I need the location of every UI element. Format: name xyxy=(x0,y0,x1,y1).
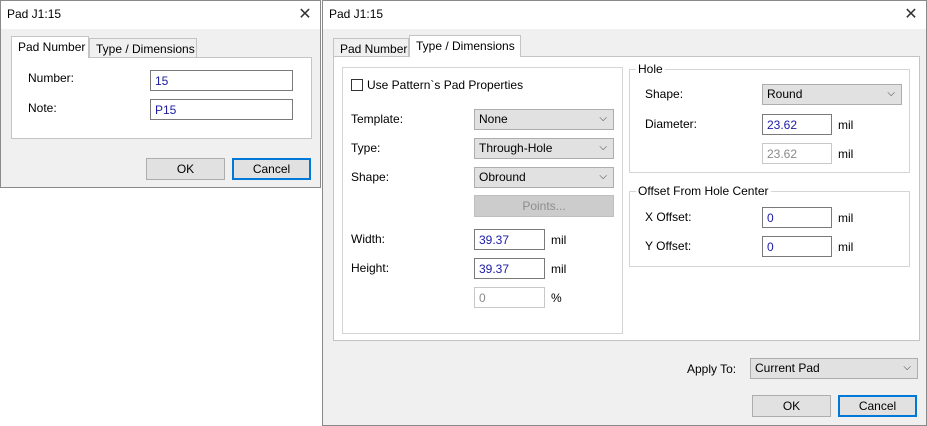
hole-shape-value: Round xyxy=(767,87,803,101)
template-select[interactable]: None ⌵ xyxy=(474,109,614,130)
y-offset-input[interactable] xyxy=(762,236,832,257)
points-button[interactable]: Points... xyxy=(474,195,614,217)
use-pattern-label: Use Pattern`s Pad Properties xyxy=(367,78,524,92)
dialog-title: Pad J1:15 xyxy=(7,7,62,21)
chevron-down-icon: ⌵ xyxy=(887,88,895,99)
ok-button[interactable]: OK xyxy=(752,395,831,417)
apply-to-select[interactable]: Current Pad ⌵ xyxy=(750,358,918,379)
diameter-input[interactable] xyxy=(762,114,832,135)
y-offset-unit: mil xyxy=(838,240,854,254)
close-icon[interactable]: ✕ xyxy=(900,4,922,26)
offset-group: Offset From Hole Center X Offset: mil Y … xyxy=(629,184,910,267)
tab-pad-number[interactable]: Pad Number xyxy=(11,36,89,58)
pad-dialog-left: Pad J1:15 ✕ Pad Number Type / Dimensions… xyxy=(0,0,321,188)
x-offset-label: X Offset: xyxy=(645,210,692,224)
note-input[interactable] xyxy=(150,99,293,120)
type-label: Type: xyxy=(351,141,381,155)
height-unit: mil xyxy=(551,262,567,276)
number-input[interactable] xyxy=(150,70,293,91)
width-input[interactable] xyxy=(474,229,545,250)
shape-select[interactable]: Obround ⌵ xyxy=(474,167,614,188)
close-icon[interactable]: ✕ xyxy=(294,4,316,26)
diameter-unit: mil xyxy=(838,118,854,132)
diameter-label: Diameter: xyxy=(645,117,698,131)
diameter2-unit: mil xyxy=(838,147,854,161)
tab-type-dimensions[interactable]: Type / Dimensions xyxy=(89,38,197,58)
template-label: Template: xyxy=(351,112,404,126)
pad-dialog-right: Pad J1:15 ✕ Pad Number Type / Dimensions… xyxy=(322,0,927,426)
ok-button[interactable]: OK xyxy=(146,158,225,180)
tab-pad-number[interactable]: Pad Number xyxy=(333,38,409,58)
apply-to-label: Apply To: xyxy=(687,362,737,376)
height-label: Height: xyxy=(351,261,390,275)
chevron-down-icon: ⌵ xyxy=(599,171,607,182)
apply-to-value: Current Pad xyxy=(755,361,820,375)
percent-input[interactable] xyxy=(474,287,545,308)
number-label: Number: xyxy=(28,71,75,85)
x-offset-input[interactable] xyxy=(762,207,832,228)
title-bar[interactable]: Pad J1:15 ✕ xyxy=(323,1,926,29)
dialog-title: Pad J1:15 xyxy=(329,7,384,21)
cancel-button[interactable]: Cancel xyxy=(232,158,311,180)
chevron-down-icon: ⌵ xyxy=(903,362,911,373)
chevron-down-icon: ⌵ xyxy=(599,142,607,153)
width-unit: mil xyxy=(551,233,567,247)
width-label: Width: xyxy=(351,232,386,246)
height-input[interactable] xyxy=(474,258,545,279)
tab-panel: Number: Note: xyxy=(11,57,312,139)
hole-shape-select[interactable]: Round ⌵ xyxy=(762,84,902,105)
tab-panel: Use Pattern`s Pad Properties Template: N… xyxy=(333,56,920,341)
type-value: Through-Hole xyxy=(479,141,553,155)
type-select[interactable]: Through-Hole ⌵ xyxy=(474,138,614,159)
offset-group-title: Offset From Hole Center xyxy=(636,184,771,198)
percent-unit: % xyxy=(551,291,562,305)
shape-value: Obround xyxy=(479,170,526,184)
diameter2-input[interactable] xyxy=(762,143,832,164)
title-bar[interactable]: Pad J1:15 ✕ xyxy=(1,1,320,29)
pad-properties-group: Use Pattern`s Pad Properties Template: N… xyxy=(342,67,623,334)
tab-type-dimensions[interactable]: Type / Dimensions xyxy=(409,35,521,57)
hole-group: Hole Shape: Round ⌵ Diameter: mil mil xyxy=(629,62,910,173)
template-value: None xyxy=(479,112,508,126)
hole-shape-label: Shape: xyxy=(645,87,684,101)
note-label: Note: xyxy=(28,101,57,115)
x-offset-unit: mil xyxy=(838,211,854,225)
shape-label: Shape: xyxy=(351,170,390,184)
chevron-down-icon: ⌵ xyxy=(599,113,607,124)
use-pattern-checkbox[interactable] xyxy=(351,79,363,91)
cancel-button[interactable]: Cancel xyxy=(838,395,917,417)
hole-group-title: Hole xyxy=(636,62,665,76)
y-offset-label: Y Offset: xyxy=(645,239,692,253)
